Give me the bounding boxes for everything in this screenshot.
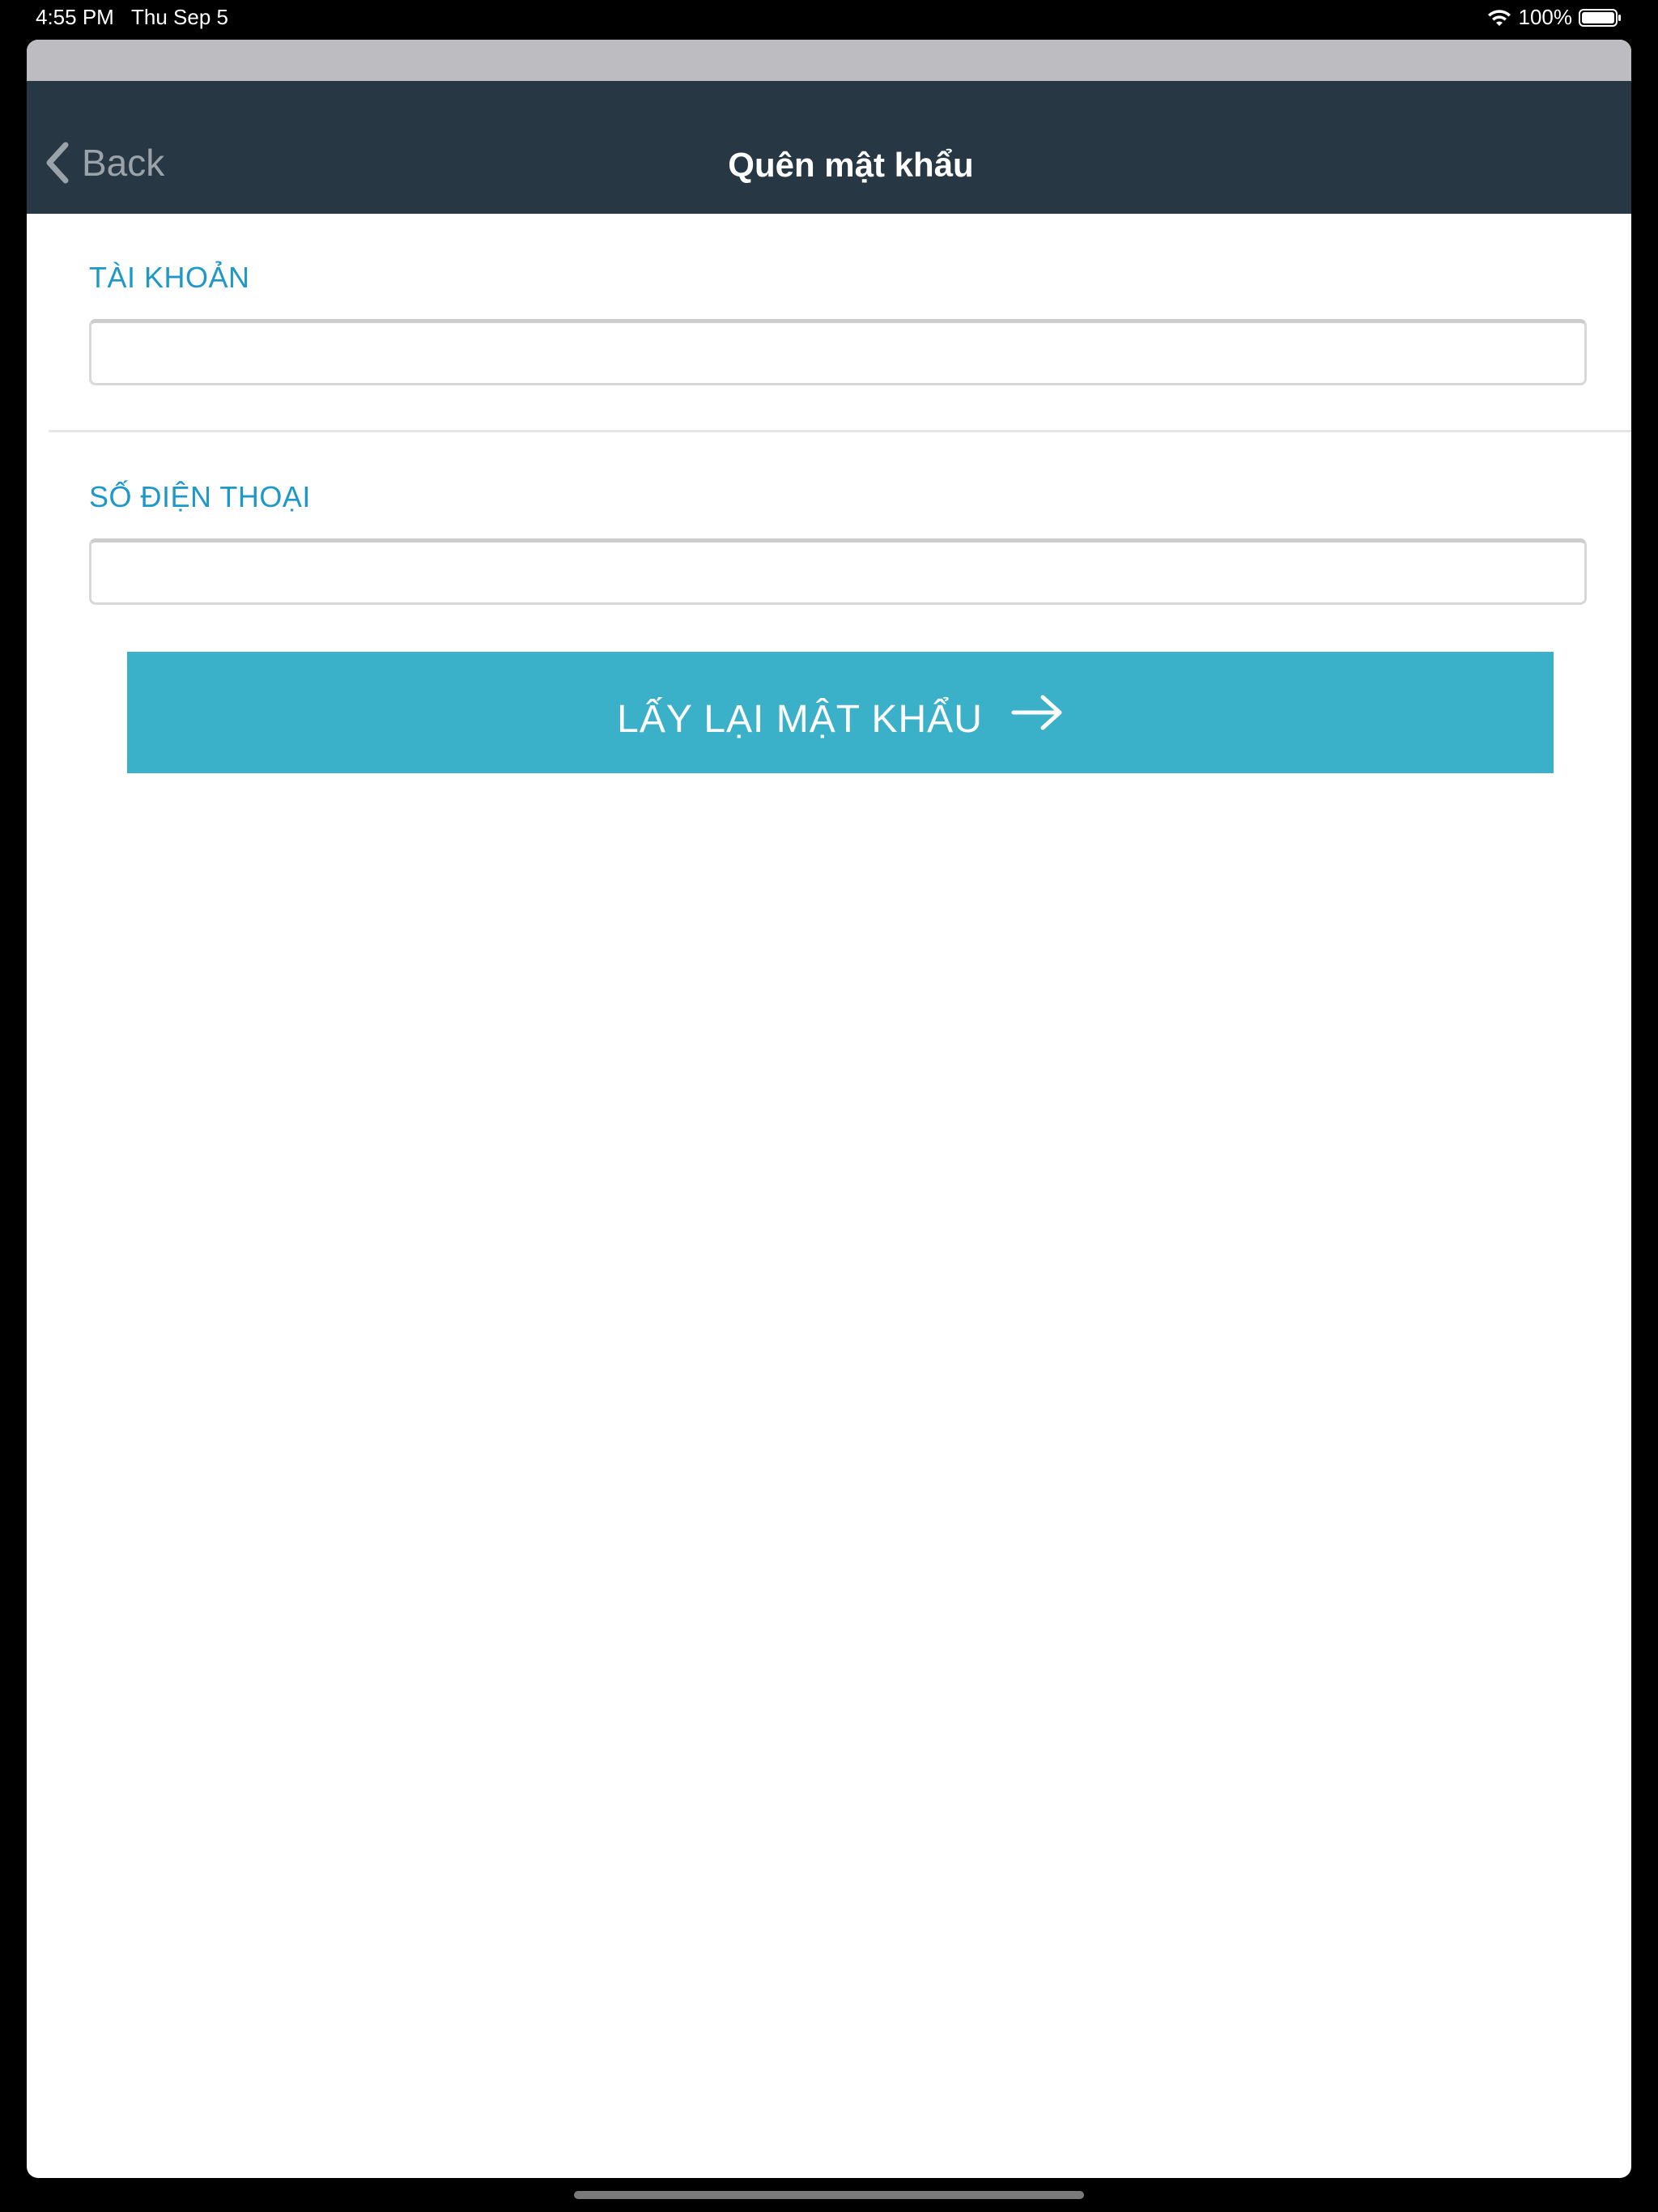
phone-label: SỐ ĐIỆN THOẠI [89,480,311,513]
recover-password-button[interactable]: LẤY LẠI MẬT KHẨU [127,652,1554,773]
status-date: Thu Sep 5 [131,5,228,29]
page-title: Quên mật khẩu [27,146,1631,185]
battery-percent: 100% [1518,5,1573,29]
field-divider [49,430,1631,432]
status-indicators: 100% [1486,5,1623,30]
account-input[interactable] [89,319,1587,385]
status-time: 4:55 PM [36,5,114,29]
device-screen: 4:55 PM Thu Sep 5 100% Back Quên mật khẩ… [0,0,1658,2212]
status-bar: 4:55 PM Thu Sep 5 100% [0,0,1658,36]
wifi-icon [1486,8,1512,28]
phone-input[interactable] [89,538,1587,605]
battery-icon [1579,8,1622,28]
recover-password-label: LẤY LẠI MẬT KHẨU [617,697,983,741]
app-window: Back Quên mật khẩu TÀI KHOẢN SỐ ĐIỆN THO… [27,40,1631,2178]
page-title-text: Quên mật khẩu [728,146,974,184]
account-label: TÀI KHOẢN [89,261,250,294]
home-indicator[interactable] [574,2191,1084,2199]
arrow-right-icon [1010,694,1064,731]
window-top-strip [27,40,1631,81]
